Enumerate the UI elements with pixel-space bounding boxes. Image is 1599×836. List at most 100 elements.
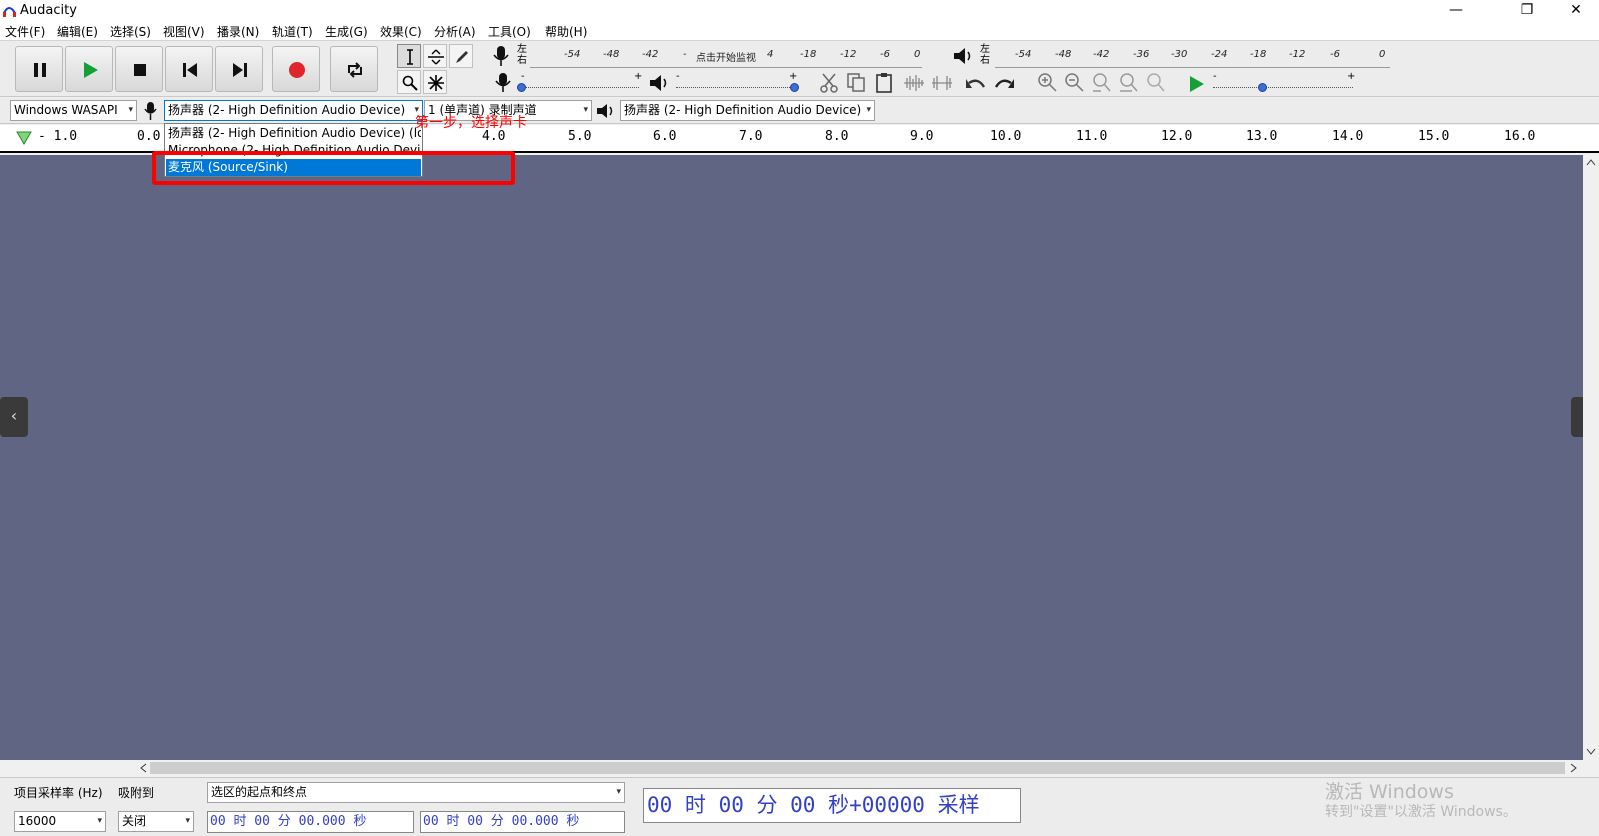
record-volume-max: +: [634, 71, 643, 82]
recording-device-value: 扬声器 (2- High Definition Audio Device): [168, 103, 406, 117]
play-speed-thumb[interactable]: [1258, 83, 1267, 92]
menu-tools[interactable]: 工具(O): [488, 23, 531, 40]
menu-analyze[interactable]: 分析(A): [434, 23, 476, 40]
cut-icon[interactable]: [819, 72, 841, 94]
scroll-down-icon[interactable]: [1586, 748, 1596, 756]
undo-icon[interactable]: [964, 73, 988, 93]
paste-icon[interactable]: [874, 72, 896, 94]
activation-watermark-title: 激活 Windows: [1325, 781, 1454, 803]
vertical-scrollbar[interactable]: [1583, 155, 1599, 760]
fit-project-icon[interactable]: [1118, 72, 1140, 94]
skip-start-icon: [183, 63, 197, 77]
zoom-in-icon[interactable]: [1037, 72, 1059, 94]
play-button[interactable]: [65, 46, 113, 92]
play-speed-max: +: [1347, 71, 1356, 82]
envelope-tool[interactable]: [423, 44, 447, 68]
minimize-button[interactable]: —: [1436, 0, 1476, 21]
silence-audio-icon[interactable]: [930, 72, 954, 94]
recording-device-mic-icon: [144, 102, 157, 120]
scroll-right-icon[interactable]: [1570, 763, 1578, 773]
annotation-text: 第一步，选择声卡: [415, 115, 527, 131]
play-meter-tick: -42: [1093, 49, 1110, 60]
snap-to-select[interactable]: 关闭 ▾: [118, 811, 194, 832]
play-volume-slider[interactable]: [676, 87, 794, 88]
menu-tracks[interactable]: 轨道(T): [272, 23, 313, 40]
play-meter-tick: -30: [1171, 49, 1188, 60]
selection-end-time[interactable]: 00 时 00 分 00.000 秒: [420, 811, 625, 833]
skip-end-button[interactable]: [215, 46, 263, 92]
audio-position-time[interactable]: 00 时 00 分 00 秒+00000 采样: [643, 788, 1021, 823]
play-at-speed-icon[interactable]: [1187, 74, 1207, 94]
record-button[interactable]: [272, 46, 320, 92]
redo-icon[interactable]: [992, 73, 1016, 93]
asterisk-icon: [428, 75, 444, 91]
selection-mode-select[interactable]: 选区的起点和终点 ▾: [207, 782, 625, 803]
menu-transport[interactable]: 播录(N): [217, 23, 259, 40]
left-side-tab[interactable]: ‹: [0, 397, 28, 437]
chevron-down-icon: ▾: [616, 787, 621, 797]
copy-icon[interactable]: [846, 72, 868, 94]
play-speed-slider[interactable]: [1213, 87, 1353, 88]
menu-edit[interactable]: 编辑(E): [57, 23, 98, 40]
menu-file[interactable]: 文件(F): [5, 23, 45, 40]
menu-select[interactable]: 选择(S): [110, 23, 151, 40]
stop-icon: [134, 64, 146, 76]
record-volume-slider[interactable]: [521, 87, 639, 88]
restore-button[interactable]: ❐: [1507, 0, 1547, 21]
microphone-icon[interactable]: [491, 45, 511, 67]
selection-tool[interactable]: [397, 44, 421, 68]
zoom-tool[interactable]: [397, 70, 421, 94]
start-monitoring-label[interactable]: 点击开始监视: [696, 49, 756, 64]
horizontal-scroll-thumb[interactable]: [150, 762, 1565, 774]
menu-effect[interactable]: 效果(C): [380, 23, 422, 40]
skip-start-button[interactable]: [165, 46, 213, 92]
audacity-logo-icon: [3, 7, 16, 17]
record-meter-channels: 左右: [517, 44, 527, 66]
play-head-triangle-icon[interactable]: [16, 131, 32, 145]
project-rate-select[interactable]: 16000 ▾: [14, 811, 106, 832]
menu-view[interactable]: 视图(V): [163, 23, 205, 40]
record-meter-tick: -42: [642, 49, 659, 60]
speaker-icon[interactable]: [952, 46, 974, 66]
close-button[interactable]: ✕: [1556, 0, 1596, 21]
window-title: Audacity: [20, 3, 77, 18]
selection-start-time[interactable]: 00 时 00 分 00.000 秒: [207, 811, 414, 833]
annotation-highlight-box: [152, 151, 515, 185]
multi-tool[interactable]: [423, 70, 447, 94]
ruler-label: - 1.0: [38, 129, 78, 144]
track-area[interactable]: [0, 155, 1583, 760]
envelope-icon: [428, 49, 444, 65]
record-meter-tick: -6: [880, 49, 890, 60]
magnifier-icon: [402, 75, 418, 91]
play-meter-tick: -54: [1015, 49, 1032, 60]
scroll-left-icon[interactable]: [139, 763, 147, 773]
draw-tool[interactable]: [449, 44, 473, 68]
trim-audio-icon[interactable]: [902, 72, 926, 94]
menu-generate[interactable]: 生成(G): [325, 23, 368, 40]
menu-help[interactable]: 帮助(H): [545, 23, 587, 40]
record-meter-tick: 0: [914, 49, 921, 60]
chevron-down-icon: ▾: [583, 105, 588, 115]
dropdown-option[interactable]: 扬声器 (2- High Definition Audio Device) (l…: [166, 125, 421, 142]
fit-selection-icon[interactable]: [1091, 72, 1113, 94]
audio-host-select[interactable]: Windows WASAPI ▾: [10, 100, 137, 121]
pause-button[interactable]: [15, 46, 63, 92]
record-volume-thumb[interactable]: [517, 83, 526, 92]
play-meter-tick: -48: [1055, 49, 1072, 60]
ruler-label: 12.0: [1161, 129, 1193, 144]
record-meter[interactable]: -54 -48 -42 - 点击开始监视 4 -18 -12 -6 0: [530, 44, 922, 68]
play-meter-channels: 左右: [980, 44, 990, 66]
play-meter-tick: -18: [1250, 49, 1267, 60]
playback-device-select[interactable]: 扬声器 (2- High Definition Audio Device) ▾: [620, 100, 875, 121]
record-meter-tick: -: [683, 49, 687, 60]
recording-device-select[interactable]: 扬声器 (2- High Definition Audio Device) ▾: [164, 100, 423, 121]
loop-button[interactable]: [330, 46, 378, 92]
record-meter-tick: -12: [840, 49, 857, 60]
playback-device-value: 扬声器 (2- High Definition Audio Device): [624, 103, 862, 117]
zoom-out-icon[interactable]: [1064, 72, 1086, 94]
scroll-up-icon[interactable]: [1586, 158, 1596, 166]
stop-button[interactable]: [115, 46, 163, 92]
play-volume-thumb[interactable]: [790, 83, 799, 92]
zoom-toggle-icon[interactable]: [1145, 72, 1167, 94]
playback-meter[interactable]: -54 -48 -42 -36 -30 -24 -18 -12 -6 0: [995, 44, 1390, 68]
